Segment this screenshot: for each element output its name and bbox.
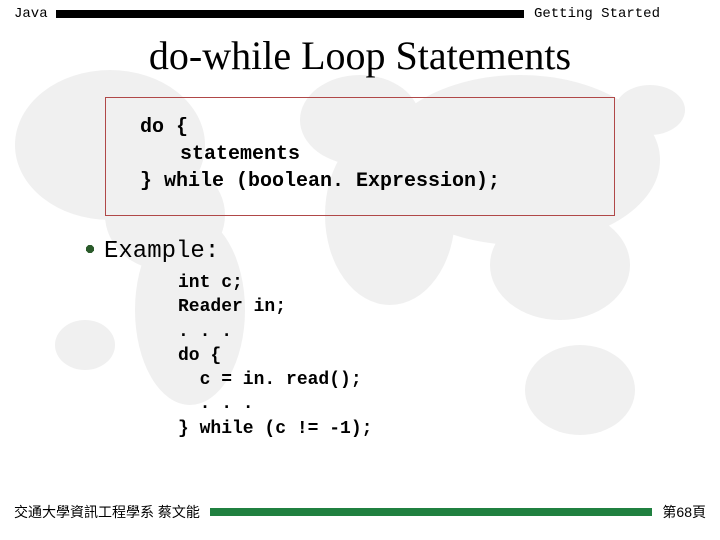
example-code-block: int c; Reader in; . . . do { c = in. rea… xyxy=(178,271,720,441)
footer-rule xyxy=(210,508,653,516)
footer-left-label: 交通大學資訊工程學系 蔡文能 xyxy=(0,502,210,522)
footer-page-number: 第68頁 xyxy=(652,502,720,522)
header-right-label: Getting Started xyxy=(524,6,720,22)
example-heading: Example: xyxy=(86,238,720,265)
syntax-line-1: do { xyxy=(140,114,594,141)
header-bar: Java Getting Started xyxy=(0,0,720,24)
example-label: Example: xyxy=(104,238,219,265)
header-rule xyxy=(56,10,524,18)
header-left-label: Java xyxy=(0,6,56,22)
syntax-line-3: } while (boolean. Expression); xyxy=(140,168,594,195)
bullet-icon xyxy=(86,245,94,253)
footer-bar: 交通大學資訊工程學系 蔡文能 第68頁 xyxy=(0,502,720,522)
syntax-box: do { statements } while (boolean. Expres… xyxy=(105,97,615,216)
slide-title: do-while Loop Statements xyxy=(0,32,720,79)
syntax-line-2: statements xyxy=(140,141,594,168)
